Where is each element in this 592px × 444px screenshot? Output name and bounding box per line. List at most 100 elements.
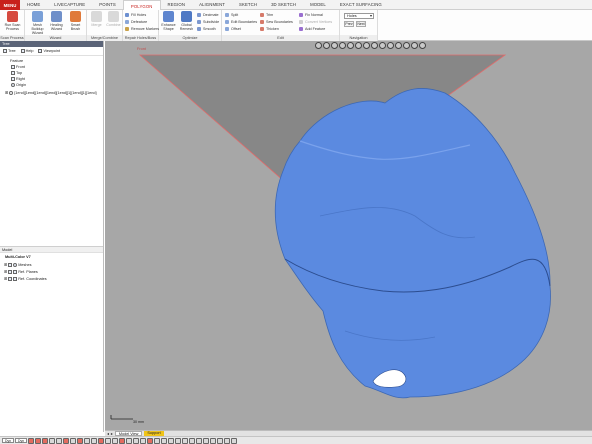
select-mode-icon[interactable] xyxy=(42,437,49,444)
select-mode-icon[interactable] xyxy=(203,437,210,444)
menu-bar: MENU HOME LIVECAPTURE POINTS POLYGON REG… xyxy=(0,0,592,11)
select-mode-icon[interactable] xyxy=(77,437,84,444)
select-mode-icon[interactable] xyxy=(28,437,35,444)
select-mode-icon[interactable] xyxy=(126,437,133,444)
select-mode-icon[interactable] xyxy=(217,437,224,444)
select-mode-icon[interactable] xyxy=(112,437,119,444)
prev-button[interactable]: Prev xyxy=(344,21,354,27)
decimate-button[interactable]: Decimate xyxy=(197,12,219,17)
select-mode-icon[interactable] xyxy=(182,437,189,444)
combine-button[interactable]: Combine xyxy=(104,11,123,27)
fill-holes-button[interactable]: Fill Holes xyxy=(125,12,146,17)
model-item-meshes[interactable]: ⊞ Meshes xyxy=(4,262,31,267)
navigation-select[interactable]: Holes xyxy=(344,13,374,19)
select-mode-icon[interactable] xyxy=(119,437,126,444)
tab-3d-sketch[interactable]: 3D SKETCH xyxy=(264,0,303,9)
tab-model[interactable]: MODEL xyxy=(303,0,333,9)
tab-region[interactable]: REGION xyxy=(161,0,193,9)
select-mode-icon[interactable] xyxy=(70,437,77,444)
select-mode-icon[interactable] xyxy=(147,437,154,444)
split-button[interactable]: Split xyxy=(225,12,238,17)
tree-item-right[interactable]: Right xyxy=(11,77,25,81)
healing-wizard-button[interactable]: Healing Wizard xyxy=(47,11,66,31)
select-mode-icon[interactable] xyxy=(49,437,56,444)
fix-normal-button[interactable]: Fix Normal xyxy=(299,12,323,17)
tab-exact-surfacing[interactable]: EXACT SURFACING xyxy=(333,0,389,9)
next-button[interactable]: Next xyxy=(356,21,366,27)
select-mode-icon[interactable] xyxy=(168,437,175,444)
select-mode-icon[interactable] xyxy=(105,437,112,444)
app-menu-button[interactable]: MENU xyxy=(0,0,20,10)
tab-sketch[interactable]: SKETCH xyxy=(232,0,264,9)
select-mode-icon[interactable] xyxy=(210,437,217,444)
sew-boundaries-button[interactable]: Sew Boundaries xyxy=(260,19,293,24)
model-root[interactable]: Multi-Color V7 xyxy=(5,255,31,259)
select-mode-icon[interactable] xyxy=(91,437,98,444)
display-icon[interactable] xyxy=(403,42,410,49)
zoom-icon[interactable] xyxy=(339,42,346,49)
selection-mode-box[interactable]: Dyn xyxy=(2,438,15,443)
select-mode-icon[interactable] xyxy=(84,437,91,444)
smart-brush-button[interactable]: Smart Brush xyxy=(66,11,85,31)
defeature-button[interactable]: Defeature xyxy=(125,19,147,24)
viewpoint-button[interactable]: Viewpoint xyxy=(38,49,60,53)
section-icon[interactable] xyxy=(379,42,386,49)
help-button[interactable]: Help xyxy=(20,49,33,53)
checkbox-icon[interactable] xyxy=(8,276,13,281)
global-remesh-button[interactable]: Global Remesh xyxy=(177,11,196,31)
tab-livecapture[interactable]: LIVECAPTURE xyxy=(47,0,92,9)
model-item-ref-planes[interactable]: ⊞ Ref. Planes xyxy=(4,269,38,274)
trim-button[interactable]: Trim xyxy=(260,12,273,17)
color-icon[interactable] xyxy=(411,42,418,49)
filter-icon[interactable] xyxy=(395,42,402,49)
tree-item-top[interactable]: Top xyxy=(11,71,22,75)
view-back-icon[interactable] xyxy=(323,42,330,49)
checkbox-icon[interactable] xyxy=(8,269,13,274)
select-mode-icon[interactable] xyxy=(133,437,140,444)
view-fit-icon[interactable] xyxy=(331,42,338,49)
run-scan-process-button[interactable]: Run Scan Process xyxy=(3,11,22,31)
select-mode-icon[interactable] xyxy=(196,437,203,444)
3d-viewport[interactable]: Front 30 mm xyxy=(105,41,592,430)
select-mode-icon[interactable] xyxy=(35,437,42,444)
select-mode-icon[interactable] xyxy=(63,437,70,444)
thicken-button[interactable]: Thicken xyxy=(260,26,279,31)
edit-boundaries-button[interactable]: Edit Boundaries xyxy=(225,19,257,24)
subdivide-button[interactable]: Subdivide xyxy=(197,19,219,24)
tree-item-front[interactable]: Front xyxy=(11,65,25,69)
select-mode-icon[interactable] xyxy=(231,437,238,444)
tab-home[interactable]: HOME xyxy=(20,0,47,9)
dynamic-mode-box[interactable]: Dyn xyxy=(15,438,28,443)
select-mode-icon[interactable] xyxy=(98,437,105,444)
shading-icon[interactable] xyxy=(371,42,378,49)
select-mode-icon[interactable] xyxy=(161,437,168,444)
select-mode-icon[interactable] xyxy=(175,437,182,444)
tree-button[interactable]: Tree xyxy=(3,49,16,53)
pan-icon[interactable] xyxy=(355,42,362,49)
model-item-ref-coordinates[interactable]: ⊞ Ref. Coordinates xyxy=(4,276,47,281)
tree-item-feature[interactable]: ⊞ [1end][1end][1end][1end][1end][1][1end… xyxy=(5,90,97,95)
offset-button[interactable]: Offset xyxy=(225,26,241,31)
select-icon[interactable] xyxy=(387,42,394,49)
tab-points[interactable]: POINTS xyxy=(92,0,123,9)
select-mode-icon[interactable] xyxy=(56,437,63,444)
view-front-icon[interactable] xyxy=(315,42,322,49)
render-mode-icon[interactable] xyxy=(363,42,370,49)
smooth-button[interactable]: Smooth xyxy=(197,26,216,31)
rotate-icon[interactable] xyxy=(347,42,354,49)
enhance-shape-button[interactable]: Enhance Shape xyxy=(159,11,178,31)
scan-mesh[interactable] xyxy=(274,88,551,399)
tree-item-origin[interactable]: Origin xyxy=(11,83,26,87)
viewport-canvas[interactable] xyxy=(105,41,592,430)
remove-markers-button[interactable]: Remove Markers xyxy=(125,26,159,31)
mesh-buildup-wizard-button[interactable]: Mesh Buildup Wizard xyxy=(28,11,47,35)
select-mode-icon[interactable] xyxy=(189,437,196,444)
select-mode-icon[interactable] xyxy=(224,437,231,444)
convert-vertices-button[interactable]: Convert Vertices xyxy=(299,19,332,24)
checkbox-icon[interactable] xyxy=(8,262,13,267)
lighting-icon[interactable] xyxy=(419,42,426,49)
select-mode-icon[interactable] xyxy=(154,437,161,444)
select-mode-icon[interactable] xyxy=(140,437,147,444)
tab-alignment[interactable]: ALIGNMENT xyxy=(192,0,232,9)
add-feature-button[interactable]: Add Feature xyxy=(299,26,325,31)
